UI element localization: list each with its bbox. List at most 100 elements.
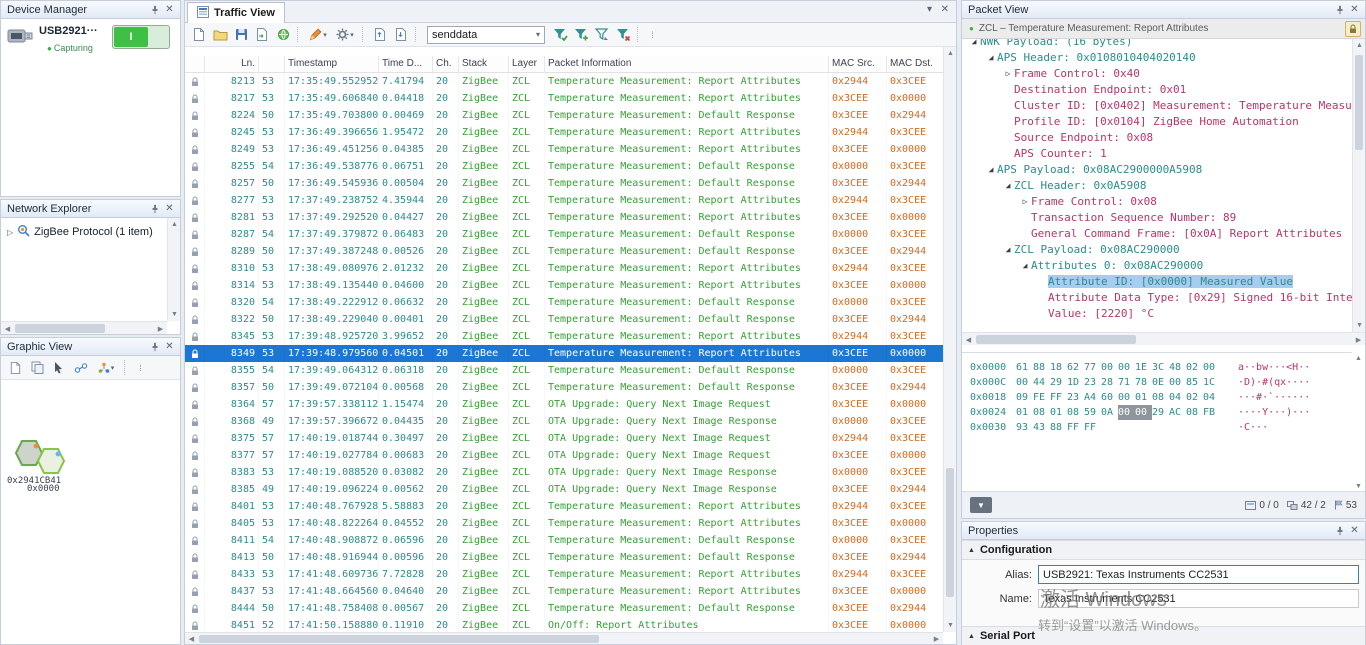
filter-combobox[interactable]: senddata ▾ [427, 26, 545, 44]
packet-tree-node[interactable]: Destination Endpoint: 0x01 [962, 81, 1352, 97]
traffic-row[interactable]: 83684917:39:57.3966720.0443520ZigBeeZCLO… [185, 413, 945, 430]
traffic-row[interactable]: 83455317:39:48.9257203.9965220ZigBeeZCLT… [185, 328, 945, 345]
scroll-right-arrow[interactable]: ▶ [154, 322, 167, 335]
hex-row[interactable]: 0x002401080108590A000029AC08FB····Y···)·… [970, 405, 1365, 420]
group-serial-port[interactable]: ▲ Serial Port [962, 626, 1365, 645]
traffic-row[interactable]: 83145317:38:49.1354400.0460020ZigBeeZCLT… [185, 277, 945, 294]
traffic-row[interactable]: 84515217:41:50.1588800.1191020ZigBeeZCLO… [185, 617, 945, 632]
alias-input[interactable]: USB2921: Texas Instruments CC2531 [1038, 565, 1359, 584]
tree-expander-icon[interactable]: ◢ [968, 39, 980, 46]
scroll-down-arrow[interactable]: ▼ [168, 308, 181, 321]
traffic-row[interactable]: 83205417:38:49.2229120.0663220ZigBeeZCLT… [185, 294, 945, 311]
packet-tree-node[interactable]: Profile ID: [0x0104] ZigBee Home Automat… [962, 113, 1352, 129]
group-configuration[interactable]: ▲ Configuration [962, 540, 1365, 560]
traffic-row[interactable]: 83495317:39:48.9795600.0450120ZigBeeZCLT… [185, 345, 945, 362]
packet-tree-node[interactable]: ◢ZCL Payload: 0x08AC290000 [962, 241, 1352, 257]
link-nodes-icon[interactable] [71, 358, 91, 378]
filter-add-icon[interactable] [571, 25, 591, 45]
column-header-packet-information[interactable]: Packet Information [545, 56, 829, 72]
traffic-row[interactable]: 84335317:41:48.6097367.7282820ZigBeeZCLT… [185, 566, 945, 583]
scroll-down-arrow[interactable]: ▼ [1353, 319, 1366, 332]
filter-clear-icon[interactable] [613, 25, 633, 45]
traffic-row[interactable]: 84055317:40:48.8222640.0455220ZigBeeZCLT… [185, 515, 945, 532]
select-cursor-icon[interactable] [49, 358, 69, 378]
hex-row[interactable]: 0x000C0044291D232871780E00851C·D)·#(qx··… [970, 375, 1365, 390]
toolbar-overflow-icon[interactable]: ⁞ [645, 28, 660, 42]
collapse-icon[interactable]: ▲ [968, 547, 975, 554]
save-capture-icon[interactable] [231, 25, 251, 45]
packet-tree-node[interactable]: ◢APS Header: 0x0108010404020140 [962, 49, 1352, 65]
traffic-row[interactable]: 84115417:40:48.9088720.0659620ZigBeeZCLT… [185, 532, 945, 549]
column-header-stack[interactable]: Stack [459, 56, 509, 72]
traffic-row[interactable]: 82575017:36:49.5459360.0050420ZigBeeZCLT… [185, 175, 945, 192]
scroll-up-arrow[interactable]: ▲ [1352, 352, 1365, 365]
scroll-right-arrow[interactable]: ▶ [930, 633, 943, 645]
packet-tree-node[interactable]: Attribute ID: [0x0000] Measured Value [962, 273, 1352, 289]
traffic-row[interactable]: 82455317:36:49.3966561.9547220ZigBeeZCLT… [185, 124, 945, 141]
scroll-up-arrow[interactable]: ▲ [168, 218, 181, 231]
horizontal-scrollbar[interactable]: ◀ ▶ [1, 321, 167, 334]
traffic-row[interactable]: 84135017:40:48.9169440.0059620ZigBeeZCLT… [185, 549, 945, 566]
filter-apply-icon[interactable] [550, 25, 570, 45]
packet-tree-node[interactable]: Value: [2220] °C [962, 305, 1352, 321]
scroll-left-arrow[interactable]: ◀ [1, 322, 14, 335]
new-graph-icon[interactable] [5, 358, 25, 378]
column-header-channel[interactable]: Ch. [433, 56, 459, 72]
scroll-right-arrow[interactable]: ▶ [1352, 333, 1365, 346]
scroll-down-arrow[interactable]: ▼ [944, 619, 957, 632]
tree-expander-icon[interactable]: ◢ [1002, 245, 1014, 254]
vertical-scrollbar[interactable]: ▲ ▼ [943, 47, 956, 632]
scroll-up-arrow[interactable]: ▲ [1353, 39, 1366, 52]
horizontal-scrollbar[interactable]: ◀ ▶ [185, 632, 943, 644]
vertical-scrollbar[interactable]: ▲ ▼ [167, 218, 180, 321]
traffic-row[interactable]: 83775717:40:19.0277840.0068320ZigBeeZCLO… [185, 447, 945, 464]
export-capture-icon[interactable] [252, 25, 272, 45]
column-header-mac-dst[interactable]: MAC Dst. [887, 56, 945, 72]
traffic-row[interactable]: 84015317:40:48.7679285.5888320ZigBeeZCLT… [185, 498, 945, 515]
close-icon[interactable]: ✕ [162, 202, 177, 216]
traffic-row[interactable]: 82815317:37:49.2925200.0442720ZigBeeZCLT… [185, 209, 945, 226]
column-header-layer[interactable]: Layer [509, 56, 545, 72]
pin-icon[interactable] [147, 202, 162, 216]
column-header-mac-src[interactable]: MAC Src. [829, 56, 887, 72]
traffic-row[interactable]: 82775317:37:49.2387524.3594420ZigBeeZCLT… [185, 192, 945, 209]
new-capture-icon[interactable] [189, 25, 209, 45]
tree-expander-icon[interactable]: ◢ [1019, 261, 1031, 270]
hex-row[interactable]: 0x0000618818627700001E3C480200a··bw···<H… [970, 360, 1365, 375]
next-bookmark-icon[interactable] [391, 25, 411, 45]
highlight-rules-icon[interactable]: ▾ [305, 25, 331, 45]
topology-canvas[interactable]: 0x2941CB41 0x0000 [1, 380, 180, 643]
close-icon[interactable]: ✕ [162, 3, 177, 17]
packet-tree-node[interactable]: ◢ZCL Header: 0x0A5908 [962, 177, 1352, 193]
packet-tree-node[interactable]: Transaction Sequence Number: 89 [962, 209, 1352, 225]
traffic-row[interactable]: 82135317:35:49.5529527.4179420ZigBeeZCLT… [185, 73, 945, 90]
pin-icon[interactable] [147, 3, 162, 17]
chevron-down-icon[interactable]: ▾ [536, 30, 540, 39]
traffic-row[interactable]: 83555417:39:49.0643120.0631820ZigBeeZCLT… [185, 362, 945, 379]
pin-icon[interactable] [147, 340, 162, 354]
node-hexagon-icon[interactable] [37, 448, 65, 479]
scroll-thumb[interactable] [946, 468, 954, 597]
traffic-row[interactable]: 83645717:39:57.3381121.1547420ZigBeeZCLO… [185, 396, 945, 413]
vertical-scrollbar[interactable]: ▲ ▼ [1352, 352, 1365, 493]
packet-tree-node[interactable]: General Command Frame: [0x0A] Report Att… [962, 225, 1352, 241]
scroll-up-arrow[interactable]: ▲ [944, 47, 957, 60]
hex-row[interactable]: 0x0030934388FFFF·C··· [970, 420, 1365, 435]
tree-expander-icon[interactable]: ◢ [985, 53, 997, 62]
packet-tree-node[interactable]: ◢NWK Payload: (16 bytes) [962, 39, 1352, 49]
packet-tree-node[interactable]: Cluster ID: [0x0402] Measurement: Temper… [962, 97, 1352, 113]
traffic-row[interactable]: 82875417:37:49.3798720.0648320ZigBeeZCLT… [185, 226, 945, 243]
tree-expander-icon[interactable]: ▷ [1002, 69, 1014, 78]
traffic-row[interactable]: 83835317:40:19.0885200.0308220ZigBeeZCLO… [185, 464, 945, 481]
scroll-thumb[interactable] [15, 324, 105, 333]
packet-tree-node[interactable]: ▷Frame Control: 0x40 [962, 65, 1352, 81]
scroll-thumb[interactable] [1355, 55, 1363, 150]
traffic-row[interactable]: 83105317:38:49.0809762.0123220ZigBeeZCLT… [185, 260, 945, 277]
tree-expander-icon[interactable]: ◢ [985, 165, 997, 174]
column-header-len[interactable] [259, 56, 285, 72]
hex-row[interactable]: 0x001809FEFF23A460000108040204···#·`····… [970, 390, 1365, 405]
column-header-time-delta[interactable]: Time D... [379, 56, 433, 72]
column-header-ln[interactable]: Ln. [205, 56, 259, 72]
traffic-row[interactable]: 84375317:41:48.6645600.0464020ZigBeeZCLT… [185, 583, 945, 600]
horizontal-scrollbar[interactable]: ◀ ▶ [962, 332, 1365, 345]
